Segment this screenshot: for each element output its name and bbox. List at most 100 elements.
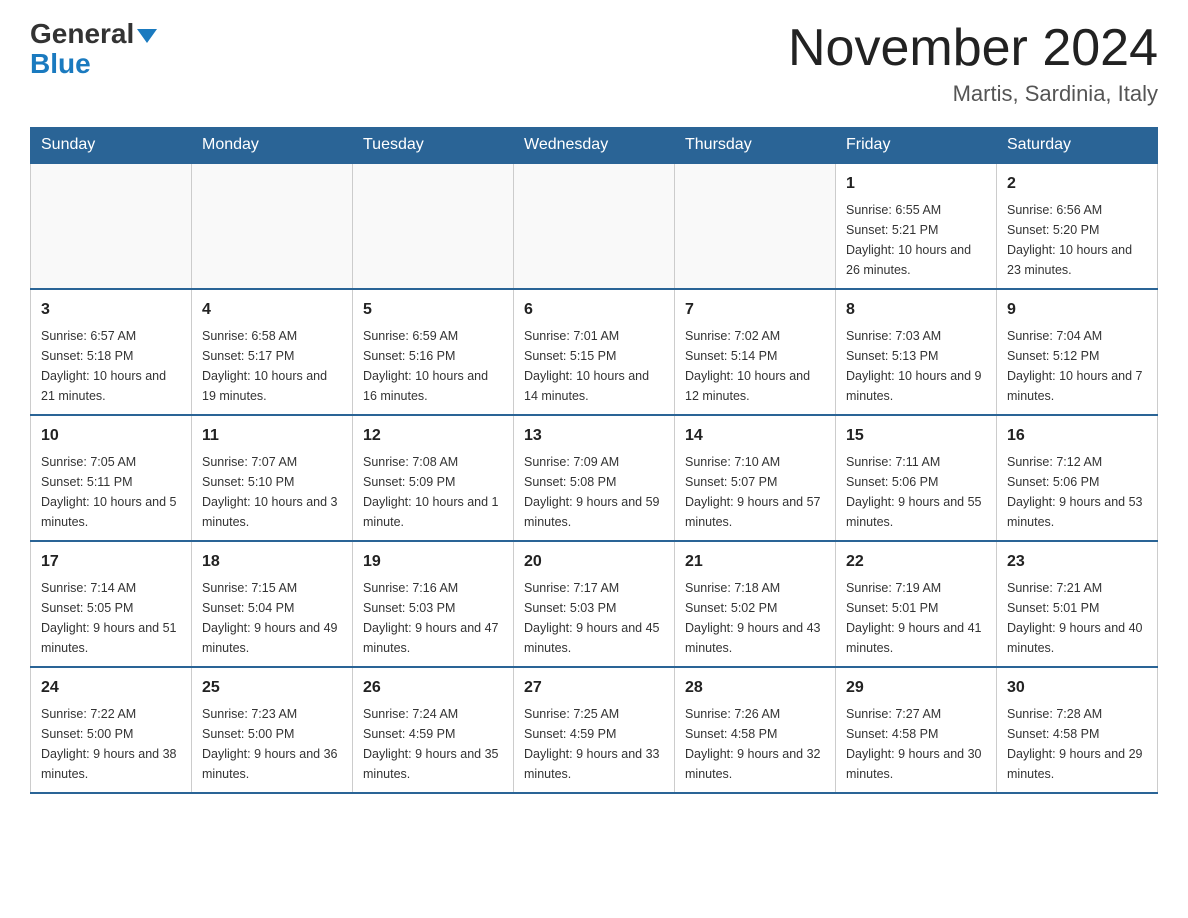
day-number: 22 bbox=[846, 550, 986, 574]
calendar-cell: 1 Sunrise: 6:55 AMSunset: 5:21 PMDaylight… bbox=[836, 163, 997, 289]
calendar-cell: 3 Sunrise: 6:57 AMSunset: 5:18 PMDaylight… bbox=[31, 289, 192, 415]
sun-info: Sunrise: 7:11 AMSunset: 5:06 PMDaylight:… bbox=[846, 452, 986, 532]
calendar-cell: 9 Sunrise: 7:04 AMSunset: 5:12 PMDaylight… bbox=[997, 289, 1158, 415]
day-number: 28 bbox=[685, 676, 825, 700]
day-number: 25 bbox=[202, 676, 342, 700]
calendar-cell: 6 Sunrise: 7:01 AMSunset: 5:15 PMDaylight… bbox=[514, 289, 675, 415]
day-number: 19 bbox=[363, 550, 503, 574]
sun-info: Sunrise: 6:55 AMSunset: 5:21 PMDaylight:… bbox=[846, 200, 986, 280]
day-number: 15 bbox=[846, 424, 986, 448]
calendar-cell: 19 Sunrise: 7:16 AMSunset: 5:03 PMDayligh… bbox=[353, 541, 514, 667]
day-number: 5 bbox=[363, 298, 503, 322]
day-header-tuesday: Tuesday bbox=[353, 128, 514, 164]
calendar-week-4: 17 Sunrise: 7:14 AMSunset: 5:05 PMDayligh… bbox=[31, 541, 1158, 667]
sun-info: Sunrise: 7:14 AMSunset: 5:05 PMDaylight:… bbox=[41, 578, 181, 658]
calendar-header-row: SundayMondayTuesdayWednesdayThursdayFrid… bbox=[31, 128, 1158, 164]
day-number: 30 bbox=[1007, 676, 1147, 700]
calendar-cell: 13 Sunrise: 7:09 AMSunset: 5:08 PMDayligh… bbox=[514, 415, 675, 541]
sun-info: Sunrise: 7:12 AMSunset: 5:06 PMDaylight:… bbox=[1007, 452, 1147, 532]
day-number: 4 bbox=[202, 298, 342, 322]
day-header-sunday: Sunday bbox=[31, 128, 192, 164]
day-number: 18 bbox=[202, 550, 342, 574]
calendar-cell: 23Sunrise: 7:21 AMSunset: 5:01 PMDayligh… bbox=[997, 541, 1158, 667]
calendar-cell: 7 Sunrise: 7:02 AMSunset: 5:14 PMDaylight… bbox=[675, 289, 836, 415]
calendar-cell: 18 Sunrise: 7:15 AMSunset: 5:04 PMDayligh… bbox=[192, 541, 353, 667]
month-title: November 2024 bbox=[788, 20, 1158, 77]
sun-info: Sunrise: 7:16 AMSunset: 5:03 PMDaylight:… bbox=[363, 578, 503, 658]
sun-info: Sunrise: 6:58 AMSunset: 5:17 PMDaylight:… bbox=[202, 326, 342, 406]
day-header-monday: Monday bbox=[192, 128, 353, 164]
sun-info: Sunrise: 7:09 AMSunset: 5:08 PMDaylight:… bbox=[524, 452, 664, 532]
day-number: 29 bbox=[846, 676, 986, 700]
sun-info: Sunrise: 7:02 AMSunset: 5:14 PMDaylight:… bbox=[685, 326, 825, 406]
day-number: 1 bbox=[846, 172, 986, 196]
calendar-cell: 4 Sunrise: 6:58 AMSunset: 5:17 PMDaylight… bbox=[192, 289, 353, 415]
day-number: 10 bbox=[41, 424, 181, 448]
sun-info: Sunrise: 7:24 AMSunset: 4:59 PMDaylight:… bbox=[363, 704, 503, 784]
logo-general: General bbox=[30, 20, 157, 48]
sun-info: Sunrise: 7:04 AMSunset: 5:12 PMDaylight:… bbox=[1007, 326, 1147, 406]
day-number: 6 bbox=[524, 298, 664, 322]
calendar-cell: 24Sunrise: 7:22 AMSunset: 5:00 PMDayligh… bbox=[31, 667, 192, 793]
calendar-cell: 11Sunrise: 7:07 AMSunset: 5:10 PMDayligh… bbox=[192, 415, 353, 541]
calendar-cell: 26Sunrise: 7:24 AMSunset: 4:59 PMDayligh… bbox=[353, 667, 514, 793]
day-number: 8 bbox=[846, 298, 986, 322]
calendar-cell bbox=[514, 163, 675, 289]
calendar-cell bbox=[31, 163, 192, 289]
page-header: General Blue November 2024 Martis, Sardi… bbox=[30, 20, 1158, 107]
calendar-cell: 22Sunrise: 7:19 AMSunset: 5:01 PMDayligh… bbox=[836, 541, 997, 667]
calendar-cell bbox=[353, 163, 514, 289]
calendar-cell: 2 Sunrise: 6:56 AMSunset: 5:20 PMDaylight… bbox=[997, 163, 1158, 289]
sun-info: Sunrise: 7:15 AMSunset: 5:04 PMDaylight:… bbox=[202, 578, 342, 658]
calendar-cell: 21 Sunrise: 7:18 AMSunset: 5:02 PMDayligh… bbox=[675, 541, 836, 667]
sun-info: Sunrise: 7:03 AMSunset: 5:13 PMDaylight:… bbox=[846, 326, 986, 406]
title-block: November 2024 Martis, Sardinia, Italy bbox=[788, 20, 1158, 107]
calendar-cell: 20Sunrise: 7:17 AMSunset: 5:03 PMDayligh… bbox=[514, 541, 675, 667]
calendar-table: SundayMondayTuesdayWednesdayThursdayFrid… bbox=[30, 127, 1158, 794]
calendar-cell: 27 Sunrise: 7:25 AMSunset: 4:59 PMDayligh… bbox=[514, 667, 675, 793]
sun-info: Sunrise: 7:18 AMSunset: 5:02 PMDaylight:… bbox=[685, 578, 825, 658]
calendar-cell: 5 Sunrise: 6:59 AMSunset: 5:16 PMDaylight… bbox=[353, 289, 514, 415]
calendar-week-2: 3 Sunrise: 6:57 AMSunset: 5:18 PMDaylight… bbox=[31, 289, 1158, 415]
sun-info: Sunrise: 7:10 AMSunset: 5:07 PMDaylight:… bbox=[685, 452, 825, 532]
day-header-wednesday: Wednesday bbox=[514, 128, 675, 164]
day-number: 17 bbox=[41, 550, 181, 574]
sun-info: Sunrise: 7:25 AMSunset: 4:59 PMDaylight:… bbox=[524, 704, 664, 784]
sun-info: Sunrise: 7:07 AMSunset: 5:10 PMDaylight:… bbox=[202, 452, 342, 532]
day-number: 13 bbox=[524, 424, 664, 448]
day-number: 27 bbox=[524, 676, 664, 700]
sun-info: Sunrise: 7:05 AMSunset: 5:11 PMDaylight:… bbox=[41, 452, 181, 532]
sun-info: Sunrise: 7:27 AMSunset: 4:58 PMDaylight:… bbox=[846, 704, 986, 784]
day-number: 7 bbox=[685, 298, 825, 322]
day-number: 21 bbox=[685, 550, 825, 574]
day-header-thursday: Thursday bbox=[675, 128, 836, 164]
sun-info: Sunrise: 6:59 AMSunset: 5:16 PMDaylight:… bbox=[363, 326, 503, 406]
sun-info: Sunrise: 7:22 AMSunset: 5:00 PMDaylight:… bbox=[41, 704, 181, 784]
day-number: 3 bbox=[41, 298, 181, 322]
sun-info: Sunrise: 7:23 AMSunset: 5:00 PMDaylight:… bbox=[202, 704, 342, 784]
day-number: 16 bbox=[1007, 424, 1147, 448]
day-number: 9 bbox=[1007, 298, 1147, 322]
sun-info: Sunrise: 6:57 AMSunset: 5:18 PMDaylight:… bbox=[41, 326, 181, 406]
calendar-cell: 28Sunrise: 7:26 AMSunset: 4:58 PMDayligh… bbox=[675, 667, 836, 793]
sun-info: Sunrise: 7:01 AMSunset: 5:15 PMDaylight:… bbox=[524, 326, 664, 406]
calendar-cell: 15 Sunrise: 7:11 AMSunset: 5:06 PMDayligh… bbox=[836, 415, 997, 541]
calendar-cell: 10 Sunrise: 7:05 AMSunset: 5:11 PMDayligh… bbox=[31, 415, 192, 541]
calendar-week-5: 24Sunrise: 7:22 AMSunset: 5:00 PMDayligh… bbox=[31, 667, 1158, 793]
sun-info: Sunrise: 6:56 AMSunset: 5:20 PMDaylight:… bbox=[1007, 200, 1147, 280]
logo-blue: Blue bbox=[30, 50, 91, 78]
day-number: 2 bbox=[1007, 172, 1147, 196]
sun-info: Sunrise: 7:21 AMSunset: 5:01 PMDaylight:… bbox=[1007, 578, 1147, 658]
sun-info: Sunrise: 7:28 AMSunset: 4:58 PMDaylight:… bbox=[1007, 704, 1147, 784]
calendar-week-3: 10 Sunrise: 7:05 AMSunset: 5:11 PMDayligh… bbox=[31, 415, 1158, 541]
calendar-week-1: 1 Sunrise: 6:55 AMSunset: 5:21 PMDaylight… bbox=[31, 163, 1158, 289]
calendar-cell: 29 Sunrise: 7:27 AMSunset: 4:58 PMDayligh… bbox=[836, 667, 997, 793]
sun-info: Sunrise: 7:08 AMSunset: 5:09 PMDaylight:… bbox=[363, 452, 503, 532]
calendar-cell: 8 Sunrise: 7:03 AMSunset: 5:13 PMDaylight… bbox=[836, 289, 997, 415]
calendar-cell bbox=[675, 163, 836, 289]
calendar-cell: 30 Sunrise: 7:28 AMSunset: 4:58 PMDayligh… bbox=[997, 667, 1158, 793]
logo: General Blue bbox=[30, 20, 157, 78]
day-number: 12 bbox=[363, 424, 503, 448]
calendar-cell: 12 Sunrise: 7:08 AMSunset: 5:09 PMDayligh… bbox=[353, 415, 514, 541]
day-number: 14 bbox=[685, 424, 825, 448]
